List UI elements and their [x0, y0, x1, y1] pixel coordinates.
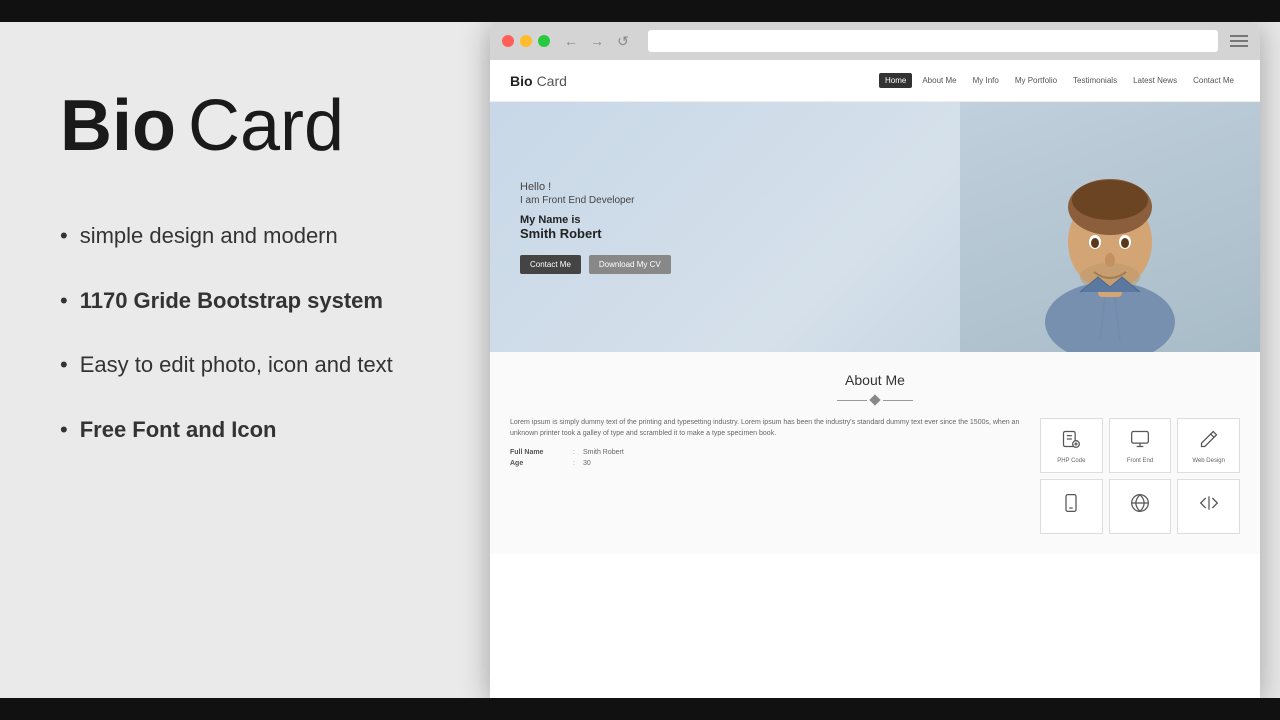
- bullet: •: [60, 416, 68, 445]
- about-content: Lorem ipsum is simply dummy text of the …: [510, 418, 1240, 534]
- skill-card-code: [1177, 479, 1240, 534]
- dot-green[interactable]: [538, 35, 550, 47]
- feature-text: Easy to edit photo, icon and text: [80, 351, 393, 380]
- site-header: Bio Card Home About Me My Info My Portfo…: [490, 60, 1260, 102]
- nav-myinfo[interactable]: My Info: [967, 73, 1005, 88]
- menu-line: [1230, 40, 1248, 42]
- menu-line: [1230, 45, 1248, 47]
- hero-name: Smith Robert: [520, 226, 671, 241]
- title-section: BioCard: [60, 90, 430, 162]
- nav-home[interactable]: Home: [879, 73, 912, 88]
- pencil-icon: [1199, 429, 1219, 454]
- about-section: About Me Lorem ipsum is simply dummy tex…: [490, 352, 1260, 554]
- hero-greeting: Hello !: [520, 181, 671, 193]
- skill-label-frontend: Front End: [1127, 458, 1153, 464]
- divider-diamond: [869, 394, 880, 405]
- browser-dots: [502, 35, 550, 47]
- field-label-age: Age: [510, 460, 565, 467]
- field-value-fullname: Smith Robert: [583, 449, 624, 456]
- skill-card-wordpress: [1109, 479, 1172, 534]
- list-item: • Free Font and Icon: [60, 416, 430, 445]
- skill-card-mobile: [1040, 479, 1103, 534]
- nav-portfolio[interactable]: My Portfolio: [1009, 73, 1063, 88]
- about-text-area: Lorem ipsum is simply dummy text of the …: [510, 418, 1024, 534]
- bullet: •: [60, 351, 68, 380]
- skill-card-frontend: Front End: [1109, 418, 1172, 473]
- field-sep: :: [573, 449, 575, 456]
- black-bar-bottom: [0, 698, 1280, 720]
- feature-text: simple design and modern: [80, 222, 338, 251]
- nav-latest[interactable]: Latest News: [1127, 73, 1183, 88]
- person-svg: [990, 112, 1230, 352]
- title-bio: Bio: [60, 86, 176, 166]
- code-icon: [1199, 493, 1219, 518]
- hero-name-label: My Name is: [520, 214, 671, 226]
- nav-contact[interactable]: Contact Me: [1187, 73, 1240, 88]
- about-title: About Me: [510, 372, 1240, 388]
- main-container: BioCard • simple design and modern • 117…: [0, 0, 1280, 720]
- hero-text: Hello ! I am Front End Developer My Name…: [520, 181, 671, 274]
- feature-text-free-font: Free Font and Icon: [80, 416, 277, 445]
- skill-card-php: PHP Code: [1040, 418, 1103, 473]
- forward-arrow[interactable]: →: [588, 32, 606, 50]
- about-lorem-text: Lorem ipsum is simply dummy text of the …: [510, 418, 1024, 439]
- dot-yellow[interactable]: [520, 35, 532, 47]
- nav-about[interactable]: About Me: [916, 73, 962, 88]
- nav-testimonials[interactable]: Testimonials: [1067, 73, 1123, 88]
- contact-button[interactable]: Contact Me: [520, 255, 581, 274]
- download-cv-button[interactable]: Download My CV: [589, 255, 671, 274]
- about-fields: Full Name : Smith Robert Age : 30: [510, 449, 1024, 467]
- site-nav: Home About Me My Info My Portfolio Testi…: [879, 73, 1240, 88]
- hero-buttons: Contact Me Download My CV: [520, 255, 671, 274]
- divider-line-right: [883, 400, 913, 401]
- browser-menu-icon[interactable]: [1230, 35, 1248, 47]
- list-item: • Easy to edit photo, icon and text: [60, 351, 430, 380]
- logo-bio: Bio: [510, 73, 533, 89]
- browser-content: Bio Card Home About Me My Info My Portfo…: [490, 60, 1260, 698]
- browser-nav: ← → ↺: [562, 32, 632, 50]
- hero-section: Hello ! I am Front End Developer My Name…: [490, 102, 1260, 352]
- url-bar[interactable]: [648, 30, 1218, 52]
- browser-chrome: ← → ↺: [490, 22, 1260, 60]
- feature-text: 1170 Gride Bootstrap system: [80, 287, 383, 316]
- mobile-icon: [1061, 493, 1081, 518]
- skills-grid: PHP Code Front End: [1040, 418, 1240, 534]
- skill-card-webdesign: Web Design: [1177, 418, 1240, 473]
- php-icon: [1061, 429, 1081, 454]
- hero-person-image: [960, 102, 1260, 352]
- features-list: • simple design and modern • 1170 Gride …: [60, 222, 430, 480]
- bullet: •: [60, 222, 68, 251]
- left-panel: BioCard • simple design and modern • 117…: [0, 0, 480, 720]
- wordpress-icon: [1130, 493, 1150, 518]
- black-bar-top: [0, 0, 1280, 22]
- site-logo: Bio Card: [510, 73, 567, 89]
- bullet: •: [60, 287, 68, 316]
- skill-label-webdesign: Web Design: [1192, 458, 1225, 464]
- field-sep: :: [573, 460, 575, 467]
- about-divider: [510, 396, 1240, 404]
- title-card: Card: [188, 86, 344, 166]
- monitor-icon: [1130, 429, 1150, 454]
- list-item: • simple design and modern: [60, 222, 430, 251]
- right-panel: ← → ↺ Bio Card: [480, 0, 1280, 720]
- skill-label-php: PHP Code: [1057, 458, 1085, 464]
- logo-card: Card: [537, 73, 567, 89]
- divider-line-left: [837, 400, 867, 401]
- field-value-age: 30: [583, 460, 591, 467]
- back-arrow[interactable]: ←: [562, 32, 580, 50]
- field-row-age: Age : 30: [510, 460, 1024, 467]
- list-item: • 1170 Gride Bootstrap system: [60, 287, 430, 316]
- field-row-name: Full Name : Smith Robert: [510, 449, 1024, 456]
- browser-window: ← → ↺ Bio Card: [490, 22, 1260, 698]
- menu-line: [1230, 35, 1248, 37]
- refresh-arrow[interactable]: ↺: [614, 32, 632, 50]
- field-label-fullname: Full Name: [510, 449, 565, 456]
- hero-subtitle: I am Front End Developer: [520, 195, 671, 206]
- dot-red[interactable]: [502, 35, 514, 47]
